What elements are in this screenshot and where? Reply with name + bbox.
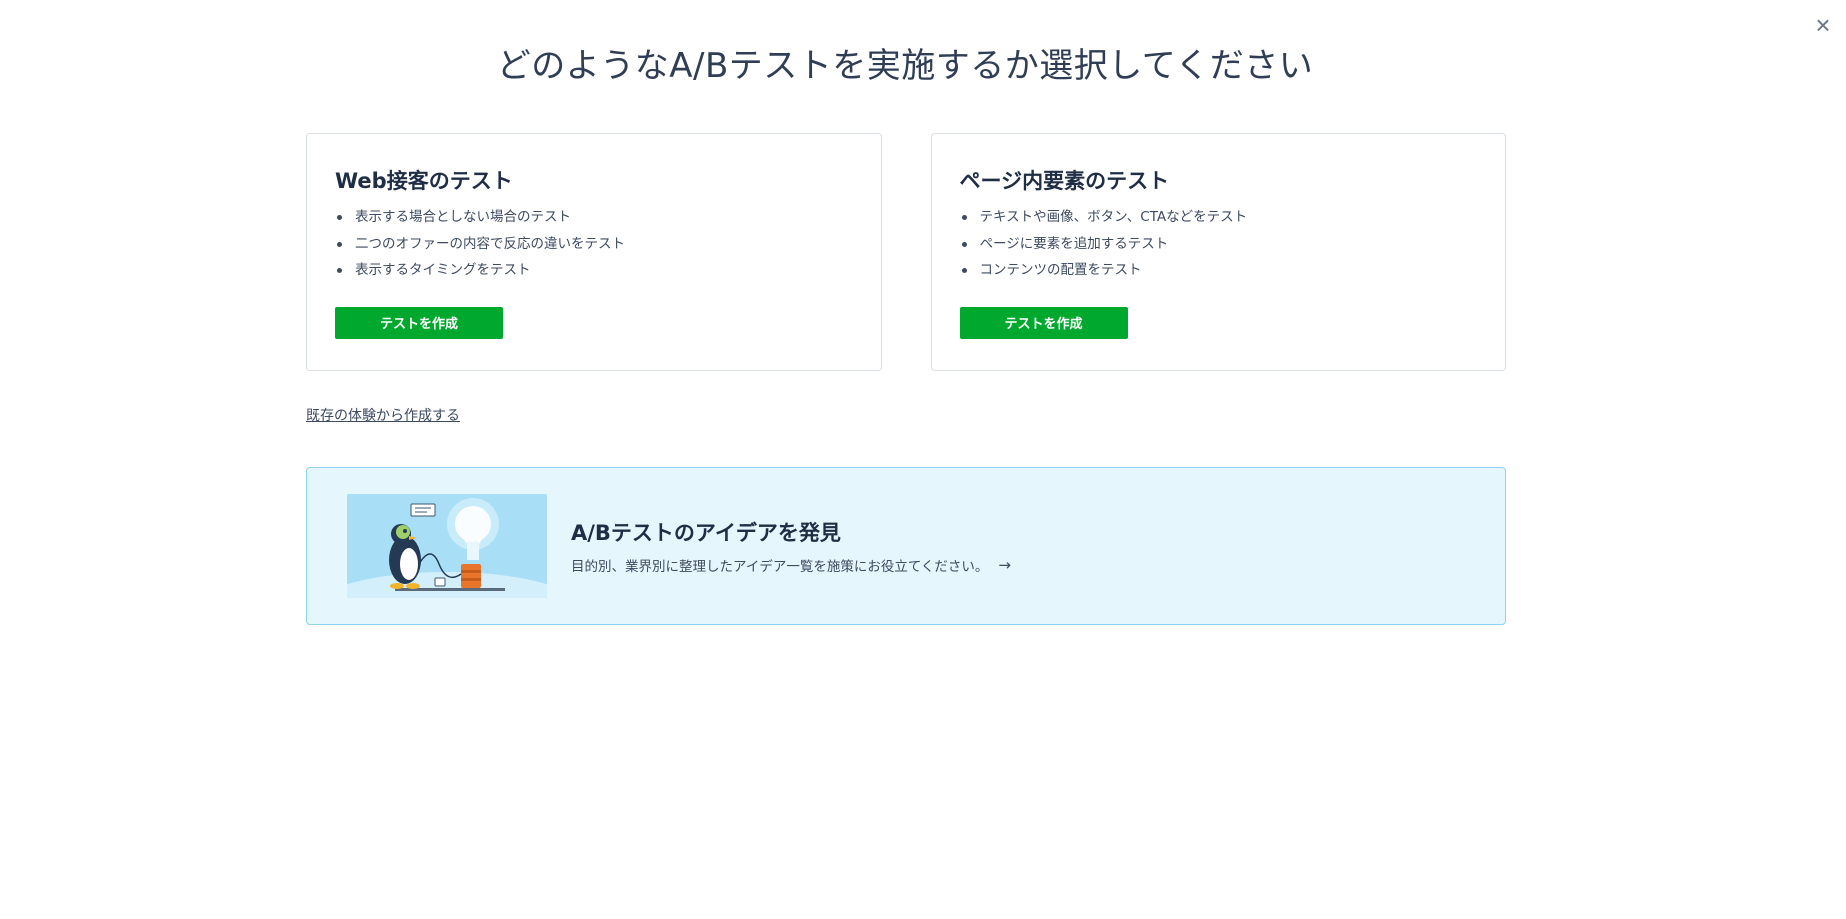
create-page-element-test-button[interactable]: テストを作成	[959, 306, 1128, 339]
create-web-engagement-test-button[interactable]: テストを作成	[335, 306, 503, 339]
list-item: 二つのオファーの内容で反応の違いをテスト	[335, 231, 853, 258]
list-item: コンテンツの配置をテスト	[960, 257, 1478, 284]
card-feature-list: 表示する場合としない場合のテスト 二つのオファーの内容で反応の違いをテスト 表示…	[335, 204, 853, 284]
list-item: 表示するタイミングをテスト	[335, 257, 853, 284]
ab-test-select-dialog: × どのようなA/Bテストを実施するか選択してください Web接客のテスト 表示…	[0, 0, 1846, 919]
banner-description: 目的別、業界別に整理したアイデア一覧を施策にお役立てください。 →	[571, 555, 1011, 575]
banner-description-text: 目的別、業界別に整理したアイデア一覧を施策にお役立てください。	[571, 559, 989, 575]
create-from-existing-link[interactable]: 既存の体験から作成する	[306, 405, 460, 425]
ab-test-ideas-banner[interactable]: A/Bテストのアイデアを発見 目的別、業界別に整理したアイデア一覧を施策にお役立…	[306, 467, 1506, 625]
card-title: ページ内要素のテスト	[959, 169, 1170, 193]
list-item: ページに要素を追加するテスト	[960, 231, 1478, 258]
close-icon[interactable]: ×	[1808, 10, 1838, 40]
page-element-test-card: ページ内要素のテスト テキストや画像、ボタン、CTAなどをテスト ページに要素を…	[930, 133, 1506, 371]
list-item: テキストや画像、ボタン、CTAなどをテスト	[960, 204, 1478, 231]
arrow-right-icon: →	[998, 556, 1011, 574]
card-feature-list: テキストや画像、ボタン、CTAなどをテスト ページに要素を追加するテスト コンテ…	[960, 204, 1478, 284]
banner-text: A/Bテストのアイデアを発見 目的別、業界別に整理したアイデア一覧を施策にお役立…	[571, 517, 1011, 575]
card-title: Web接客のテスト	[335, 169, 513, 193]
banner-title: A/Bテストのアイデアを発見	[571, 521, 841, 545]
page-title: どのようなA/Bテストを実施するか選択してください	[496, 46, 1314, 86]
web-engagement-test-card: Web接客のテスト 表示する場合としない場合のテスト 二つのオファーの内容で反応…	[306, 133, 882, 371]
test-type-cards: Web接客のテスト 表示する場合としない場合のテスト 二つのオファーの内容で反応…	[306, 133, 1506, 371]
penguin-lightbulb-illustration	[347, 494, 547, 598]
list-item: 表示する場合としない場合のテスト	[335, 204, 853, 231]
